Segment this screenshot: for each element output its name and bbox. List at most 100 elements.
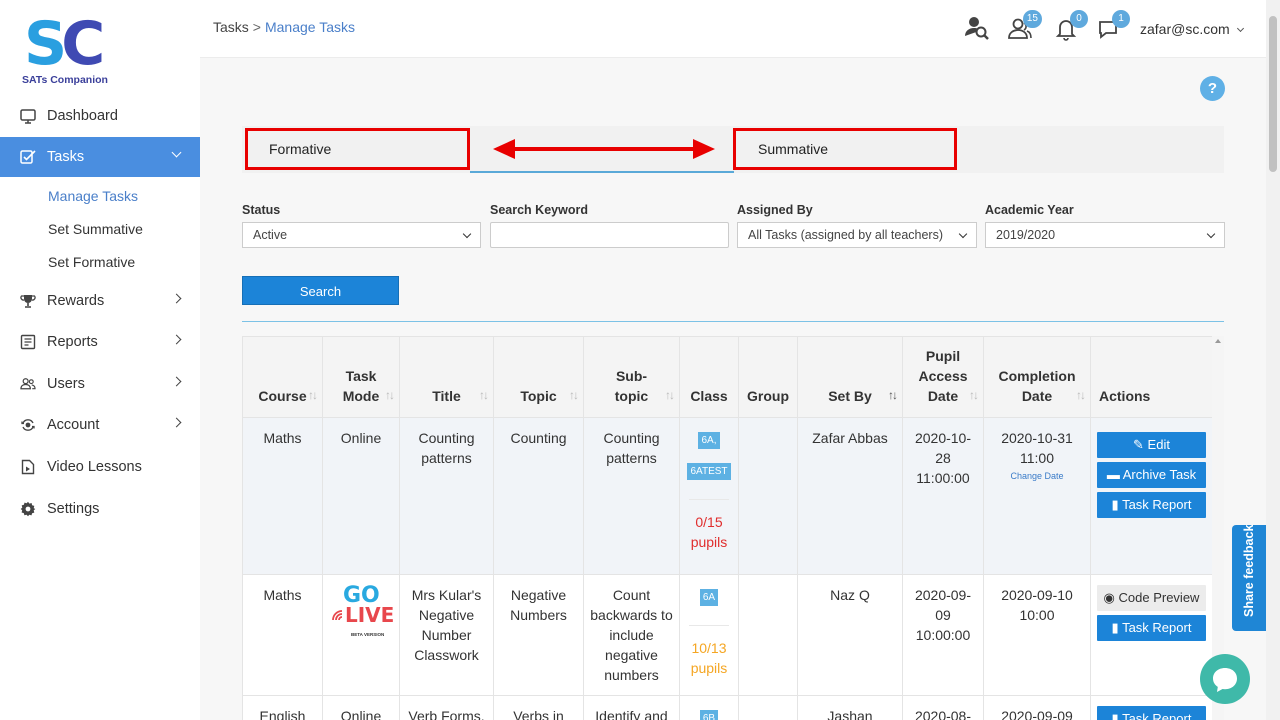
sidebar-item-label: Tasks bbox=[47, 149, 85, 165]
cell-subtopic: Identify and bbox=[583, 695, 680, 720]
chat-icon bbox=[1213, 668, 1237, 692]
signal-icon bbox=[332, 610, 343, 621]
task-report-button[interactable]: ▮ Task Report bbox=[1097, 492, 1206, 518]
edit-button[interactable]: ✎ Edit bbox=[1097, 432, 1206, 458]
class-tag[interactable]: 6B bbox=[699, 710, 719, 720]
cell-set-by: Jashan bbox=[797, 695, 903, 720]
sort-icon[interactable]: ↑↓ bbox=[569, 385, 579, 405]
double-arrow-icon bbox=[493, 139, 715, 159]
user-search-icon[interactable] bbox=[963, 14, 991, 42]
chevron-down-icon bbox=[958, 229, 968, 239]
sidebar-item-account[interactable]: Account bbox=[0, 405, 200, 445]
sidebar-item-video-lessons[interactable]: Video Lessons bbox=[0, 447, 200, 487]
sidebar-item-settings[interactable]: Settings bbox=[0, 489, 200, 529]
sidebar-item-rewards[interactable]: Rewards bbox=[0, 281, 200, 321]
help-button[interactable]: ? bbox=[1200, 76, 1225, 101]
cell-subtopic: Counting patterns bbox=[583, 417, 680, 575]
sidebar-item-reports[interactable]: Reports bbox=[0, 322, 200, 362]
gear-icon bbox=[20, 501, 36, 517]
search-button[interactable]: Search bbox=[242, 276, 399, 305]
eye-icon: ◉ bbox=[1103, 590, 1119, 605]
column-title[interactable]: Title ↑↓ bbox=[399, 336, 494, 418]
assigned-by-value: All Tasks (assigned by all teachers) bbox=[748, 228, 943, 242]
page-scrollbar[interactable] bbox=[1266, 0, 1280, 720]
column-topic[interactable]: Topic ↑↓ bbox=[493, 336, 584, 418]
class-tag[interactable]: 6A bbox=[699, 589, 719, 606]
sidebar-item-users[interactable]: Users bbox=[0, 364, 200, 404]
pupils-completed[interactable]: 0/15 pupils bbox=[685, 512, 733, 552]
class-tag[interactable]: 6A, bbox=[698, 432, 720, 449]
column-access-date[interactable]: Pupil Access Date ↑↓ bbox=[902, 336, 984, 418]
column-class: Class bbox=[679, 336, 739, 418]
sidebar-subitem-set-summative[interactable]: Set Summative bbox=[48, 221, 143, 237]
cell-set-by: Naz Q bbox=[797, 574, 903, 696]
cell-task-mode: GO LIVE BETA VERSION bbox=[322, 574, 400, 696]
cell-class: 6A 10/13 pupils bbox=[679, 574, 739, 696]
minus-icon: ▬ bbox=[1106, 467, 1123, 482]
sort-icon[interactable]: ↑↓ bbox=[969, 385, 979, 405]
chevron-down-icon bbox=[462, 229, 472, 239]
sort-icon[interactable]: ↑↓ bbox=[479, 385, 489, 405]
code-preview-button[interactable]: ◉ Code Preview bbox=[1097, 585, 1206, 611]
scroll-up-icon[interactable] bbox=[1215, 339, 1221, 343]
archive-task-button[interactable]: ▬ Archive Task bbox=[1097, 462, 1206, 488]
user-menu[interactable]: zafar@sc.com bbox=[1140, 21, 1244, 37]
cell-course: Maths bbox=[242, 417, 323, 575]
monitor-icon bbox=[20, 108, 36, 124]
cell-actions: ◉ Code Preview ▮ Task Report bbox=[1090, 574, 1213, 696]
breadcrumb-root[interactable]: Tasks bbox=[213, 19, 249, 35]
cell-title: Mrs Kular's Negative Number Classwork bbox=[399, 574, 494, 696]
sidebar-item-dashboard[interactable]: Dashboard bbox=[0, 96, 200, 136]
cell-task-mode: Online bbox=[322, 417, 400, 575]
sidebar-item-label: Users bbox=[47, 376, 85, 392]
chat-launcher-button[interactable] bbox=[1200, 654, 1250, 704]
sort-icon[interactable]: ↑↓ bbox=[385, 385, 395, 405]
sort-icon[interactable]: ↑↓ bbox=[1076, 385, 1086, 405]
task-report-button[interactable]: ▮ Task Report bbox=[1097, 615, 1206, 641]
sort-icon[interactable]: ↑↓ bbox=[888, 385, 898, 405]
tab-summative[interactable]: Summative bbox=[733, 128, 957, 170]
go-live-beta: BETA VERSION bbox=[351, 632, 385, 637]
search-keyword-input[interactable] bbox=[490, 222, 729, 248]
pupils-completed[interactable]: 10/13 pupils bbox=[685, 638, 733, 678]
sidebar-item-label: Dashboard bbox=[47, 108, 118, 124]
sidebar-subitem-manage-tasks[interactable]: Manage Tasks bbox=[48, 188, 138, 204]
users-icon bbox=[20, 376, 36, 392]
cell-access-date: 2020-09-09 10:00:00 bbox=[902, 574, 984, 696]
column-completion-date[interactable]: Completion Date ↑↓ bbox=[983, 336, 1091, 418]
table-row: English Online Verb Forms, Verbs in Iden… bbox=[242, 695, 1213, 720]
cell-actions: ✎ Edit ▬ Archive Task ▮ Task Report bbox=[1090, 417, 1213, 575]
sort-icon[interactable]: ↑↓ bbox=[665, 385, 675, 405]
cell-group bbox=[738, 417, 798, 575]
edit-icon: ✎ bbox=[1133, 437, 1148, 452]
cell-access-date: 2020-10-28 11:00:00 bbox=[902, 417, 984, 575]
sidebar-item-tasks[interactable]: Tasks bbox=[0, 137, 200, 177]
chat-bubble-icon[interactable]: 1 bbox=[1094, 10, 1130, 42]
status-select[interactable]: Active bbox=[242, 222, 481, 248]
divider bbox=[689, 490, 729, 500]
bell-icon[interactable]: 0 bbox=[1052, 10, 1088, 42]
assigned-by-select[interactable]: All Tasks (assigned by all teachers) bbox=[737, 222, 977, 248]
share-feedback-button[interactable]: Share feedback bbox=[1232, 525, 1266, 631]
user-email: zafar@sc.com bbox=[1140, 21, 1230, 37]
change-date-link[interactable]: Change Date bbox=[989, 468, 1085, 484]
sidebar-item-label: Video Lessons bbox=[47, 459, 142, 475]
column-course[interactable]: Course ↑↓ bbox=[242, 336, 323, 418]
task-report-button[interactable]: ▮ Task Report bbox=[1097, 706, 1206, 720]
column-subtopic[interactable]: Sub-topic ↑↓ bbox=[583, 336, 680, 418]
academic-year-select[interactable]: 2019/2020 bbox=[985, 222, 1225, 248]
sort-icon[interactable]: ↑↓ bbox=[308, 385, 318, 405]
bar-chart-icon: ▮ bbox=[1111, 711, 1123, 720]
cell-title: Verb Forms, bbox=[399, 695, 494, 720]
table-row: Maths Online Counting patterns Counting … bbox=[242, 417, 1213, 575]
tab-formative[interactable]: Formative bbox=[245, 128, 470, 170]
users-icon[interactable]: 15 bbox=[1006, 10, 1042, 42]
sc-logo[interactable]: SC SATs Companion bbox=[22, 14, 122, 90]
column-set-by[interactable]: Set By ↑↓ bbox=[797, 336, 903, 418]
cell-class: 6B bbox=[679, 695, 739, 720]
scrollbar-thumb[interactable] bbox=[1269, 16, 1277, 172]
class-tag[interactable]: 6ATEST bbox=[687, 463, 731, 480]
go-live-logo: GO LIVE BETA VERSION bbox=[331, 585, 394, 637]
sidebar-subitem-set-formative[interactable]: Set Formative bbox=[48, 254, 135, 270]
column-task-mode[interactable]: Task Mode ↑↓ bbox=[322, 336, 400, 418]
